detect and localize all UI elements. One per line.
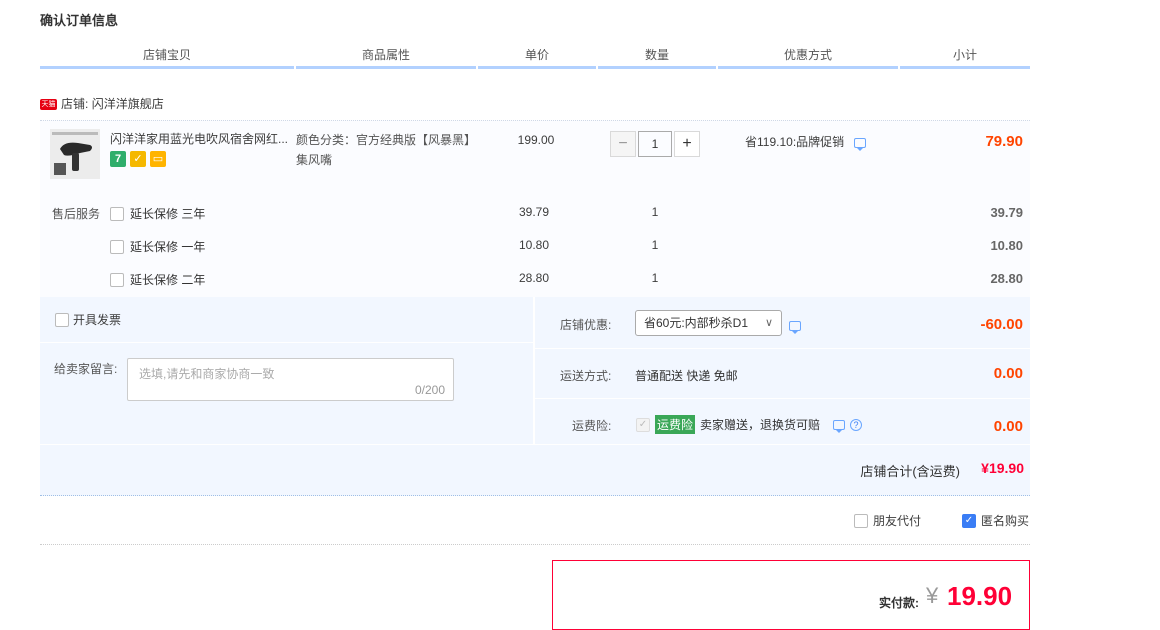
- chat-icon[interactable]: [833, 419, 846, 433]
- service-price: 28.80: [518, 271, 550, 285]
- anonymous-label: 匿名购买: [981, 514, 1030, 528]
- shipping-label: 运送方式:: [560, 369, 612, 383]
- friend-pay-checkbox[interactable]: [854, 513, 868, 528]
- coupon-select[interactable]: 省60元:内部秒杀D1 ∨: [635, 310, 782, 336]
- product-title[interactable]: 闪洋洋家用蓝光电吹风宿舍网红...: [110, 130, 290, 148]
- pay-amount: 19.90: [947, 581, 1013, 611]
- invoice-checkbox[interactable]: [55, 312, 69, 327]
- service-name: 延长保修 三年: [130, 207, 206, 221]
- service-checkbox[interactable]: [110, 206, 124, 221]
- service-qty: 1: [651, 205, 659, 219]
- insurance-option: ✓ 运费险 卖家赠送，退换货可赔 ?: [636, 415, 863, 434]
- message-placeholder: 选填,请先和商家协商一致: [139, 367, 275, 381]
- shop-line: 天猫 店铺: 闪洋洋旗舰店: [40, 95, 164, 113]
- shipping-amount: 0.00: [993, 365, 1023, 382]
- message-label: 给卖家留言:: [54, 362, 118, 376]
- service-subtotal: 28.80: [990, 271, 1023, 286]
- shop-total-label: 店铺合计(含运费): [860, 464, 960, 479]
- col-price: 单价: [478, 45, 596, 69]
- service-price: 10.80: [518, 238, 550, 252]
- chevron-down-icon: ∨: [764, 317, 773, 329]
- pay-currency: ¥: [926, 583, 939, 608]
- col-item: 店铺宝贝: [40, 45, 294, 69]
- product-image[interactable]: [50, 129, 100, 179]
- pay-label: 实付款:: [879, 596, 919, 610]
- insurance-label: 运费险:: [572, 419, 612, 433]
- service-option[interactable]: 延长保修 二年: [110, 271, 205, 288]
- chat-icon[interactable]: [853, 137, 866, 151]
- col-attr: 商品属性: [296, 45, 476, 69]
- product-attributes: 颜色分类：官方经典版【风暴黑】 集风嘴: [296, 130, 486, 170]
- shop-total-bar: 店铺合计(含运费) ¥19.90: [40, 445, 1030, 496]
- guarantee-icon: ✓: [130, 151, 146, 167]
- payment-summary-box: 实付款: ¥ 19.90: [552, 560, 1030, 630]
- service-checkbox[interactable]: [110, 239, 124, 254]
- item-subtotal: 79.90: [985, 133, 1023, 150]
- shipping-method: 普通配送 快递 免邮: [635, 369, 738, 383]
- divider: [40, 544, 1030, 545]
- service-checkbox[interactable]: [110, 272, 124, 287]
- service-qty: 1: [651, 238, 659, 252]
- help-icon[interactable]: ?: [850, 418, 863, 431]
- unit-price: 199.00: [517, 133, 555, 147]
- promotion-info: 省119.10:品牌促销: [745, 133, 866, 151]
- service-option[interactable]: 延长保修 三年: [110, 205, 205, 222]
- attr-accessory: 集风嘴: [296, 153, 333, 167]
- chat-icon[interactable]: [789, 320, 801, 334]
- col-qty: 数量: [598, 45, 716, 69]
- anonymous-option[interactable]: ✓ 匿名购买: [962, 512, 1029, 529]
- promotion-text: 省119.10:品牌促销: [745, 135, 845, 149]
- service-subtotal: 39.79: [990, 205, 1023, 220]
- col-subtotal: 小计: [900, 45, 1030, 69]
- insurance-amount: 0.00: [993, 418, 1023, 435]
- attr-color: 颜色分类：官方经典版【风暴黑】: [296, 133, 477, 147]
- shop-total-value: ¥19.90: [981, 460, 1024, 476]
- decrease-button[interactable]: −: [610, 131, 636, 157]
- insurance-badge: 运费险: [655, 415, 696, 434]
- shop-label: 店铺:: [61, 97, 89, 111]
- friend-pay-label: 朋友代付: [873, 514, 922, 528]
- page-title: 确认订单信息: [40, 13, 119, 28]
- invoice-label: 开具发票: [73, 313, 122, 327]
- service-price: 39.79: [518, 205, 550, 219]
- friend-pay-option[interactable]: 朋友代付: [854, 512, 921, 529]
- service-option[interactable]: 延长保修 一年: [110, 238, 205, 255]
- invoice-option[interactable]: 开具发票: [55, 311, 121, 328]
- card-pay-icon: ▭: [150, 151, 166, 167]
- quantity-stepper[interactable]: − 1 +: [610, 131, 700, 157]
- after-sale-label: 售后服务: [52, 207, 101, 221]
- service-name: 延长保修 一年: [130, 240, 206, 254]
- coupon-label: 店铺优惠:: [560, 318, 612, 332]
- shop-name[interactable]: 闪洋洋旗舰店: [92, 97, 164, 111]
- table-header: 店铺宝贝 商品属性 单价 数量 优惠方式 小计: [40, 45, 1030, 69]
- service-name: 延长保修 二年: [130, 273, 206, 287]
- col-discount: 优惠方式: [718, 45, 898, 69]
- increase-button[interactable]: +: [674, 131, 700, 157]
- service-qty: 1: [651, 271, 659, 285]
- coupon-amount: -60.00: [980, 316, 1023, 333]
- insurance-checkbox: ✓: [636, 417, 650, 432]
- message-counter: 0/200: [414, 383, 445, 397]
- insurance-desc: 卖家赠送，退换货可赔: [700, 418, 821, 432]
- message-textarea[interactable]: 选填,请先和商家协商一致 0/200: [127, 358, 454, 401]
- anonymous-checkbox[interactable]: ✓: [962, 513, 976, 528]
- tmall-icon: 天猫: [40, 99, 57, 111]
- quantity-input[interactable]: 1: [638, 131, 672, 157]
- coupon-selected: 省60元:内部秒杀D1: [644, 316, 749, 330]
- service-subtotal: 10.80: [990, 238, 1023, 253]
- seven-day-return-icon: 7: [110, 151, 126, 167]
